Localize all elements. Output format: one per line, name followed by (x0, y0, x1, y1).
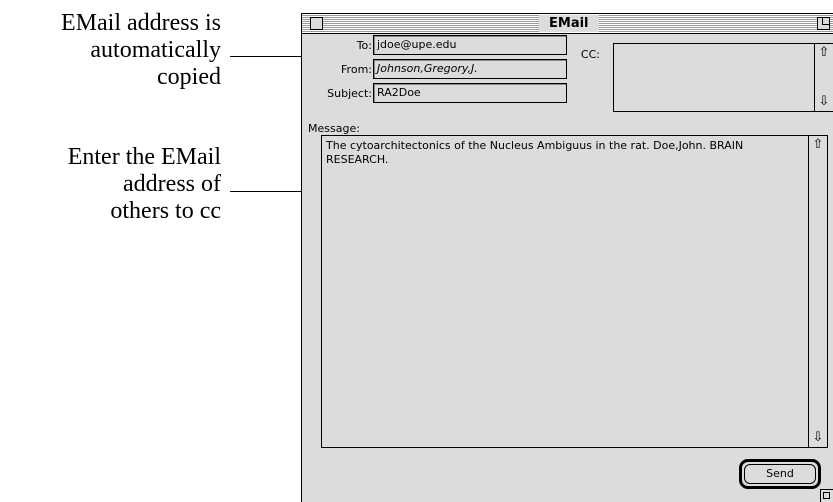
send-button[interactable]: Send (739, 459, 821, 489)
email-window: EMail To: jdoe@upe.edu From: Johnson,Gre… (301, 13, 833, 502)
arrow-down-icon[interactable]: ⇩ (815, 94, 833, 110)
annotation-cc-hint: Enter the EMail address of others to cc (67, 144, 221, 224)
message-field[interactable]: The cytoarchitectonics of the Nucleus Am… (321, 135, 828, 448)
subject-label: Subject: (327, 87, 372, 100)
to-field[interactable]: jdoe@upe.edu (373, 35, 567, 55)
from-label: From: (341, 63, 372, 76)
title-bar[interactable]: EMail (302, 14, 833, 34)
cc-scrollbar[interactable]: ⇧ ⇩ (814, 44, 833, 111)
to-label: To: (356, 39, 372, 52)
cc-label: CC: (580, 48, 600, 61)
arrow-up-icon[interactable]: ⇧ (809, 137, 827, 153)
send-button-label: Send (744, 464, 816, 484)
close-box-icon[interactable] (310, 17, 323, 30)
annotation-auto-copy: EMail address is automatically copied (61, 10, 221, 90)
message-label: Message: (308, 122, 360, 135)
message-scrollbar[interactable]: ⇧ ⇩ (808, 136, 827, 447)
cc-field[interactable]: ⇧ ⇩ (613, 43, 833, 112)
arrow-up-icon[interactable]: ⇧ (815, 45, 833, 61)
from-field[interactable]: Johnson,Gregory,J. (373, 59, 567, 79)
message-text: The cytoarchitectonics of the Nucleus Am… (326, 139, 747, 166)
zoom-box-icon[interactable] (817, 17, 830, 30)
subject-field[interactable]: RA2Doe (373, 83, 567, 103)
grow-box-icon[interactable] (820, 489, 833, 502)
arrow-down-icon[interactable]: ⇩ (809, 430, 827, 446)
window-title: EMail (539, 15, 599, 32)
